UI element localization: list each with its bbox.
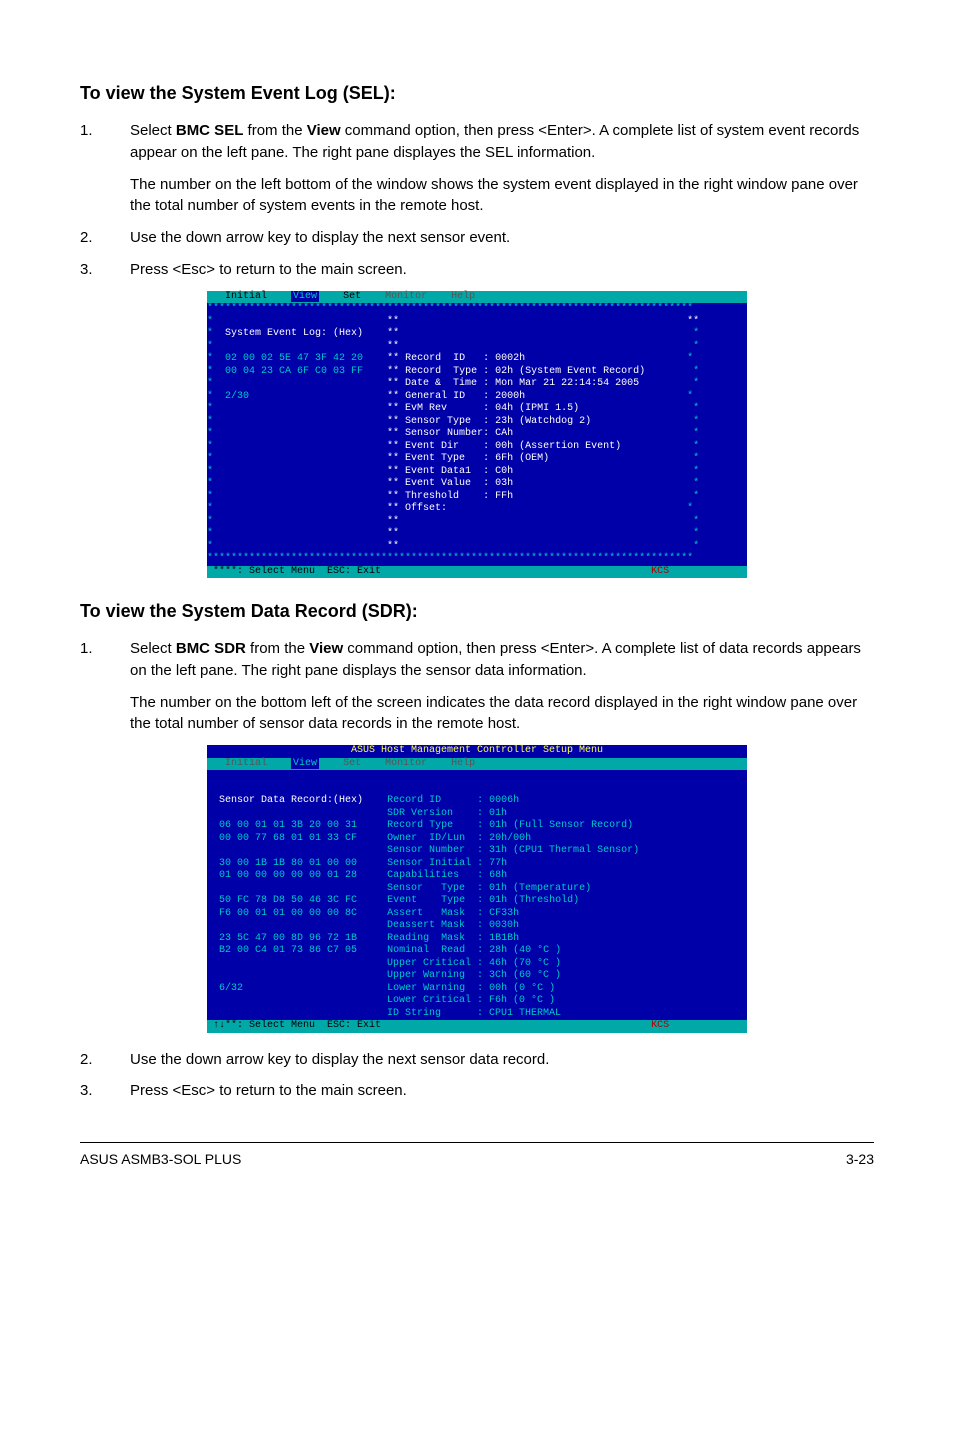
step-number: 3. xyxy=(80,259,130,281)
record-count: 6/32 xyxy=(219,983,243,994)
left-pane-title: Sensor Data Record:(Hex) xyxy=(219,795,363,806)
hex-row: 06 00 01 01 3B 20 00 31 xyxy=(219,820,357,831)
footer-right: 3-23 xyxy=(846,1149,874,1169)
step-text: Select BMC SDR from the View command opt… xyxy=(130,638,874,735)
sdr-step1-para2: The number on the bottom left of the scr… xyxy=(130,692,874,736)
step-number: 1. xyxy=(80,638,130,735)
term2-title: ASUS Host Management Controller Setup Me… xyxy=(207,745,747,758)
hex-row: 50 FC 78 D8 50 46 3C FC xyxy=(219,895,357,906)
step-number: 1. xyxy=(80,120,130,217)
sdr-step-2: 2. Use the down arrow key to display the… xyxy=(80,1049,874,1071)
step-number: 2. xyxy=(80,227,130,249)
sdr-steps-cont: 2. Use the down arrow key to display the… xyxy=(80,1049,874,1103)
left-pane-title: System Event Log: (Hex) xyxy=(225,328,363,339)
hex-row: 00 04 23 CA 6F C0 03 FF xyxy=(225,366,363,377)
sel-steps: 1. Select BMC SEL from the View command … xyxy=(80,120,874,281)
hex-row: 30 00 1B 1B 80 01 00 00 xyxy=(219,858,357,869)
sel-heading: To view the System Event Log (SEL): xyxy=(80,80,874,106)
hex-row: B2 00 C4 01 73 86 C7 05 xyxy=(219,945,357,956)
sel-step-1: 1. Select BMC SEL from the View command … xyxy=(80,120,874,217)
hex-row: F6 00 01 01 00 00 00 8C xyxy=(219,908,357,919)
sdr-step-1: 1. Select BMC SDR from the View command … xyxy=(80,638,874,735)
step-text: Use the down arrow key to display the ne… xyxy=(130,1049,874,1071)
step-text: Press <Esc> to return to the main screen… xyxy=(130,259,874,281)
step-text: Select BMC SEL from the View command opt… xyxy=(130,120,874,217)
sdr-terminal: ASUS Host Management Controller Setup Me… xyxy=(80,745,874,1033)
step-number: 3. xyxy=(80,1080,130,1102)
status-bar: ****: Select Menu ESC: Exit KCS xyxy=(207,566,747,579)
menubar: Initial View Set Monitor Help xyxy=(207,291,747,304)
sel-step-3: 3. Press <Esc> to return to the main scr… xyxy=(80,259,874,281)
step-number: 2. xyxy=(80,1049,130,1071)
step-text: Press <Esc> to return to the main screen… xyxy=(130,1080,874,1102)
hex-row: 23 5C 47 00 8D 96 72 1B xyxy=(219,933,357,944)
sel-step-2: 2. Use the down arrow key to display the… xyxy=(80,227,874,249)
sdr-steps: 1. Select BMC SDR from the View command … xyxy=(80,638,874,735)
hex-row: 00 00 77 68 01 01 33 CF xyxy=(219,833,357,844)
footer-left: ASUS ASMB3-SOL PLUS xyxy=(80,1149,241,1169)
sdr-heading: To view the System Data Record (SDR): xyxy=(80,598,874,624)
step-text: Use the down arrow key to display the ne… xyxy=(130,227,874,249)
hex-row: 02 00 02 5E 47 3F 42 20 xyxy=(225,353,363,364)
sel-terminal: Initial View Set Monitor Help **********… xyxy=(80,291,874,579)
page-footer: ASUS ASMB3-SOL PLUS 3-23 xyxy=(80,1142,874,1169)
menubar: Initial View Set Monitor Help xyxy=(207,758,747,771)
sdr-step-3: 3. Press <Esc> to return to the main scr… xyxy=(80,1080,874,1102)
sel-step1-para2: The number on the left bottom of the win… xyxy=(130,174,874,218)
record-count: 2/30 xyxy=(225,391,249,402)
hex-row: 01 00 00 00 00 00 01 28 xyxy=(219,870,357,881)
status-bar: ↑↓**: Select Menu ESC: Exit KCS xyxy=(207,1020,747,1033)
